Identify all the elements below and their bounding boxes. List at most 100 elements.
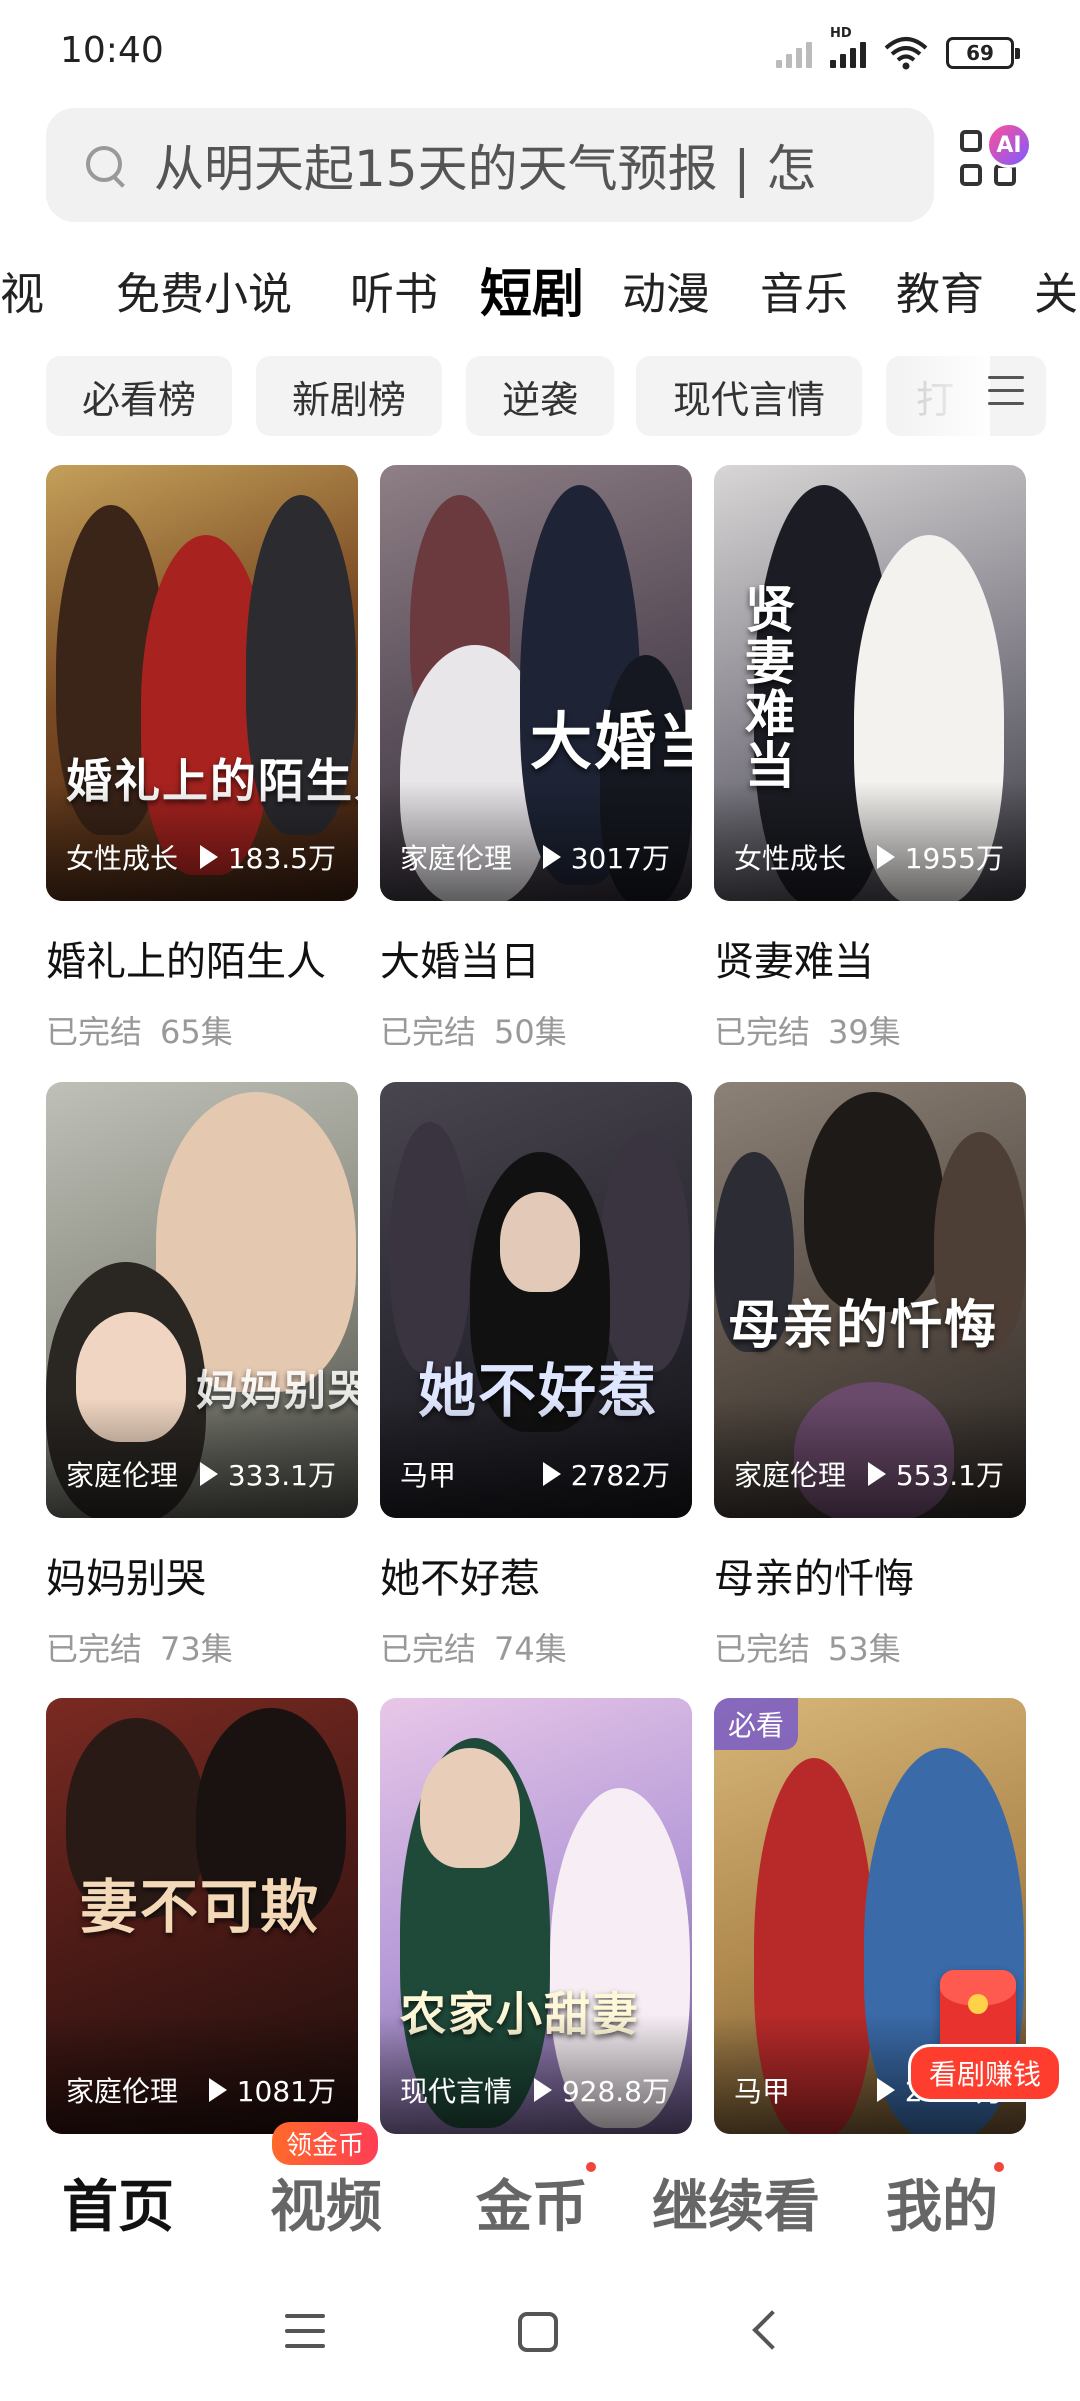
search-icon <box>82 142 128 188</box>
tab-music[interactable]: 音乐 <box>760 258 848 322</box>
drama-card[interactable]: 贤妻难当 女性成长 1955万 贤妻难当 已完结 39集 <box>714 465 1026 1053</box>
play-icon <box>542 1462 561 1486</box>
drama-title[interactable]: 妈妈别哭 <box>46 1546 358 1604</box>
poster-title: 大婚当日 <box>530 705 692 778</box>
view-count: 183.5万 <box>199 837 336 877</box>
filter-chips: 必看榜 新剧榜 逆袭 现代言情 打 <box>0 356 1080 438</box>
back-icon[interactable] <box>752 2310 792 2350</box>
poster-title: 母亲的忏悔 <box>728 1296 999 1356</box>
chip-new-drama[interactable]: 新剧榜 <box>256 356 442 436</box>
bottom-nav: 首页 视频 金币 继续看 我的 <box>0 2140 1080 2270</box>
nav-me[interactable]: 我的 <box>886 2162 998 2243</box>
drama-card[interactable]: 大婚当日 家庭伦理 3017万 大婚当日 已完结50集 <box>380 465 692 1053</box>
drama-title[interactable]: 婚礼上的陌生人 <box>46 929 358 987</box>
play-icon <box>876 2078 895 2102</box>
home-icon[interactable] <box>518 2312 558 2352</box>
drama-meta: 已完结 65集 <box>46 1013 233 1051</box>
drama-card[interactable]: 母亲的忏悔 家庭伦理 553.1万 母亲的忏悔 已完结 53集 <box>714 1082 1026 1670</box>
drama-poster[interactable]: 母亲的忏悔 家庭伦理 553.1万 <box>714 1082 1026 1518</box>
signal-2-icon <box>776 38 812 68</box>
earn-money-button[interactable]: 看剧赚钱 <box>908 2044 1063 2102</box>
play-icon <box>199 1462 218 1486</box>
drama-card[interactable]: 农家小甜妻 现代言情 928.8万 <box>380 1698 692 2134</box>
drama-poster[interactable]: 农家小甜妻 现代言情 928.8万 <box>380 1698 692 2134</box>
play-icon <box>867 1462 886 1486</box>
drama-card[interactable]: 婚礼上的陌生人 女性成长 183.5万 婚礼上的陌生人 已完结65集 <box>46 465 358 1053</box>
battery-icon: 69 <box>946 37 1020 69</box>
search-query-text: 从明天起15天的天气预报 | 怎 <box>154 140 817 198</box>
genre-label: 家庭伦理 <box>66 2075 179 2108</box>
drama-meta: 已完结 50集 <box>380 1013 567 1051</box>
play-icon <box>876 845 895 869</box>
nav-coins[interactable]: 金币 <box>476 2162 588 2243</box>
chip-modern-romance[interactable]: 现代言情 <box>636 356 862 436</box>
search-bar[interactable]: 从明天起15天的天气预报 | 怎 <box>46 108 934 222</box>
battery-level: 69 <box>966 41 994 65</box>
view-count: 3017万 <box>542 837 670 877</box>
genre-label: 马甲 <box>734 2075 791 2108</box>
poster-title: 贤妻难当 <box>737 583 795 791</box>
tab-film[interactable]: 影视 <box>0 258 44 322</box>
drama-card[interactable]: 妈妈别哭 家庭伦理 333.1万 妈妈别哭 已完结 73集 <box>46 1082 358 1670</box>
drama-card[interactable]: 她不好惹 马甲 2782万 她不好惹 已完结 74集 <box>380 1082 692 1670</box>
view-count: 553.1万 <box>867 1454 1004 1494</box>
status-time: 10:40 <box>60 30 164 71</box>
drama-poster[interactable]: 妈妈别哭 家庭伦理 333.1万 <box>46 1082 358 1518</box>
drama-title[interactable]: 贤妻难当 <box>714 929 1026 987</box>
drama-title[interactable]: 大婚当日 <box>380 929 692 987</box>
tab-short-drama[interactable]: 短剧 <box>480 252 584 327</box>
status-bar: 10:40 HD 69 <box>0 0 1080 105</box>
drama-poster[interactable]: 贤妻难当 女性成长 1955万 <box>714 465 1026 901</box>
drama-title[interactable]: 她不好惹 <box>380 1546 692 1604</box>
nav-video[interactable]: 视频 <box>270 2162 382 2243</box>
genre-label: 家庭伦理 <box>734 1459 847 1492</box>
view-count: 333.1万 <box>199 1454 336 1494</box>
chip-comeback[interactable]: 逆袭 <box>466 356 614 436</box>
chips-fade <box>900 356 990 438</box>
drama-card[interactable]: 妻不可欺 家庭伦理 1081万 <box>46 1698 358 2134</box>
claim-coins-badge[interactable]: 领金币 <box>272 2122 379 2165</box>
chip-menu-icon[interactable] <box>988 376 1024 412</box>
me-notification-dot <box>994 2162 1004 2172</box>
view-count: 1081万 <box>208 2070 336 2110</box>
tab-anime[interactable]: 动漫 <box>622 258 710 322</box>
genre-label: 家庭伦理 <box>400 842 513 875</box>
play-icon <box>542 845 561 869</box>
tab-more[interactable]: 关 <box>1034 258 1078 322</box>
genre-label: 女性成长 <box>734 842 847 875</box>
drama-poster[interactable]: 婚礼上的陌生人 女性成长 183.5万 <box>46 465 358 901</box>
poster-title: 妻不可欺 <box>80 1873 321 1941</box>
tab-education[interactable]: 教育 <box>896 258 984 322</box>
drama-meta: 已完结 53集 <box>714 1630 901 1668</box>
drama-meta: 已完结 39集 <box>714 1013 901 1051</box>
nav-home[interactable]: 首页 <box>62 2162 174 2243</box>
drama-poster[interactable]: 妻不可欺 家庭伦理 1081万 <box>46 1698 358 2134</box>
genre-label: 现代言情 <box>400 2075 513 2108</box>
genre-label: 女性成长 <box>66 842 179 875</box>
genre-label: 马甲 <box>400 1459 457 1492</box>
wifi-icon <box>884 37 928 70</box>
play-icon <box>208 2078 227 2102</box>
drama-poster[interactable]: 大婚当日 家庭伦理 3017万 <box>380 465 692 901</box>
nav-continue-watching[interactable]: 继续看 <box>652 2162 820 2243</box>
view-count: 1955万 <box>876 837 1004 877</box>
must-see-badge: 必看 <box>714 1698 799 1750</box>
drama-meta: 已完结 73集 <box>46 1630 233 1668</box>
drama-poster[interactable]: 她不好惹 马甲 2782万 <box>380 1082 692 1518</box>
system-nav-bar <box>0 2270 1080 2401</box>
drama-meta: 已完结 74集 <box>380 1630 567 1668</box>
hd-label: HD <box>830 26 852 41</box>
play-icon <box>533 2078 552 2102</box>
view-count: 928.8万 <box>533 2070 670 2110</box>
ai-badge-icon[interactable]: AI <box>986 122 1032 168</box>
status-icons: HD 69 <box>776 26 1020 70</box>
tab-audiobooks[interactable]: 听书 <box>350 258 438 322</box>
signal-hd-icon: HD <box>830 26 866 68</box>
chip-must-watch[interactable]: 必看榜 <box>46 356 232 436</box>
drama-title[interactable]: 母亲的忏悔 <box>714 1546 1026 1604</box>
view-count: 2782万 <box>542 1454 670 1494</box>
tab-free-novels[interactable]: 免费小说 <box>116 258 292 322</box>
play-icon <box>199 845 218 869</box>
recent-apps-icon[interactable] <box>285 2314 325 2359</box>
coins-notification-dot <box>586 2162 596 2172</box>
